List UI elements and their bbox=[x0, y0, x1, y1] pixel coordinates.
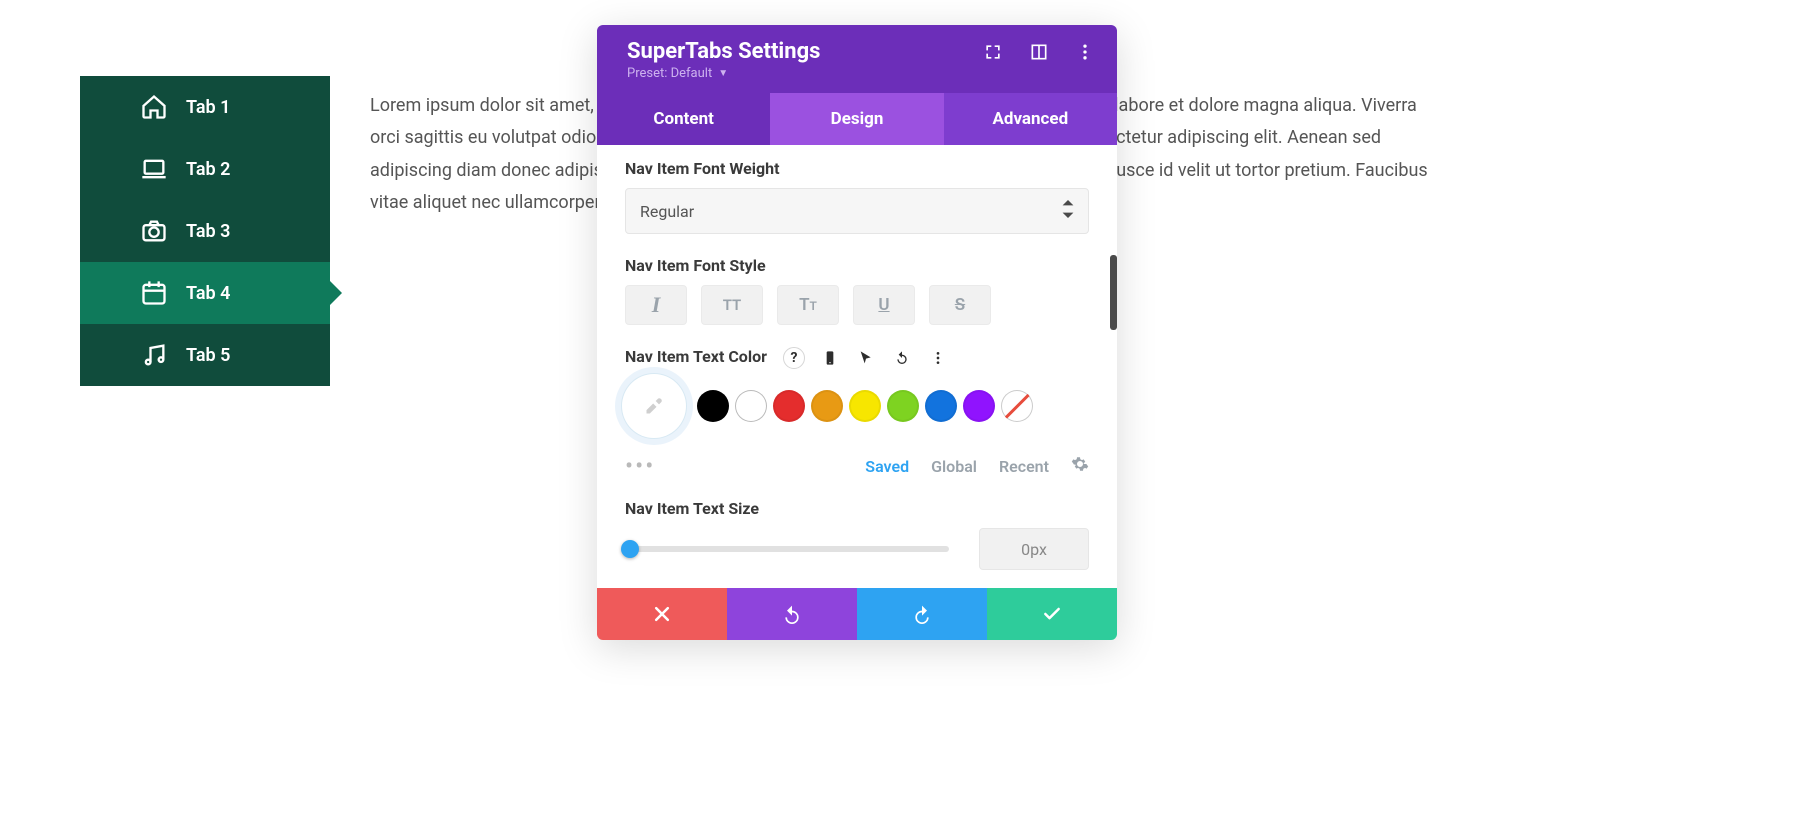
color-swatch-yellow[interactable] bbox=[849, 390, 881, 422]
tab-item-1[interactable]: Tab 1 bbox=[80, 76, 330, 138]
text-color-label: Nav Item Text Color bbox=[625, 347, 767, 366]
font-style-label: Nav Item Font Style bbox=[625, 256, 1089, 275]
field-font-weight: Nav Item Font Weight Regular bbox=[625, 159, 1089, 234]
style-uppercase-button[interactable]: TT bbox=[701, 285, 763, 325]
style-strike-button[interactable]: S bbox=[929, 285, 991, 325]
home-icon bbox=[140, 93, 168, 121]
undo-button[interactable] bbox=[727, 588, 857, 640]
palette-tab-saved[interactable]: Saved bbox=[865, 457, 909, 476]
tab-label: Tab 5 bbox=[186, 345, 230, 366]
color-swatch-purple[interactable] bbox=[963, 390, 995, 422]
phone-icon[interactable] bbox=[819, 347, 841, 369]
laptop-icon bbox=[140, 155, 168, 183]
panel-tab-content[interactable]: Content bbox=[597, 93, 770, 145]
layout-icon[interactable] bbox=[1029, 42, 1049, 62]
tab-label: Tab 1 bbox=[186, 97, 230, 118]
kebab-icon[interactable] bbox=[1075, 42, 1095, 62]
text-size-value[interactable]: 0px bbox=[979, 528, 1089, 570]
calendar-icon bbox=[140, 279, 168, 307]
tab-item-2[interactable]: Tab 2 bbox=[80, 138, 330, 200]
style-smallcaps-button[interactable]: TT bbox=[777, 285, 839, 325]
panel-tab-advanced[interactable]: Advanced bbox=[944, 93, 1117, 145]
style-italic-button[interactable]: I bbox=[625, 285, 687, 325]
font-weight-value: Regular bbox=[640, 202, 694, 221]
cursor-icon[interactable] bbox=[855, 347, 877, 369]
color-swatch-blue[interactable] bbox=[925, 390, 957, 422]
color-swatch-red[interactable] bbox=[773, 390, 805, 422]
tab-label: Tab 2 bbox=[186, 159, 230, 180]
redo-button[interactable] bbox=[857, 588, 987, 640]
reset-icon[interactable] bbox=[891, 347, 913, 369]
camera-icon bbox=[140, 217, 168, 245]
panel-actions bbox=[597, 588, 1117, 640]
field-text-color: Nav Item Text Color ? bbox=[625, 347, 1089, 477]
gear-icon[interactable] bbox=[1071, 455, 1089, 477]
music-icon bbox=[140, 341, 168, 369]
panel-title: SuperTabs Settings bbox=[627, 39, 820, 64]
confirm-button[interactable] bbox=[987, 588, 1117, 640]
panel-header: SuperTabs Settings Preset: Default ▼ bbox=[597, 25, 1117, 93]
chevron-updown-icon bbox=[1062, 200, 1074, 222]
help-icon[interactable]: ? bbox=[783, 347, 805, 369]
expand-icon[interactable] bbox=[983, 42, 1003, 62]
text-size-slider[interactable] bbox=[625, 546, 949, 552]
color-swatch-white[interactable] bbox=[735, 390, 767, 422]
font-weight-label: Nav Item Font Weight bbox=[625, 159, 1089, 178]
chevron-down-icon: ▼ bbox=[718, 68, 728, 79]
settings-panel: SuperTabs Settings Preset: Default ▼ Con… bbox=[597, 25, 1117, 640]
tab-label: Tab 4 bbox=[186, 283, 230, 304]
panel-body: Nav Item Font Weight Regular Nav Item Fo… bbox=[597, 145, 1117, 588]
tab-item-3[interactable]: Tab 3 bbox=[80, 200, 330, 262]
palette-tab-global[interactable]: Global bbox=[931, 457, 977, 476]
preset-label: Preset: Default bbox=[627, 66, 712, 81]
panel-tabs: Content Design Advanced bbox=[597, 93, 1117, 145]
palette-tab-recent[interactable]: Recent bbox=[999, 457, 1049, 476]
color-swatch-orange[interactable] bbox=[811, 390, 843, 422]
color-swatch-green[interactable] bbox=[887, 390, 919, 422]
color-swatch-none[interactable] bbox=[1001, 390, 1033, 422]
tabs-sidebar: Tab 1 Tab 2 Tab 3 Tab 4 Tab 5 bbox=[80, 76, 330, 386]
preset-selector[interactable]: Preset: Default ▼ bbox=[627, 66, 1095, 81]
panel-tab-design[interactable]: Design bbox=[770, 93, 943, 145]
slider-thumb[interactable] bbox=[621, 540, 639, 558]
color-swatch-black[interactable] bbox=[697, 390, 729, 422]
eyedropper-button[interactable] bbox=[625, 377, 683, 435]
field-font-style: Nav Item Font Style I TT TT U S bbox=[625, 256, 1089, 325]
scrollbar[interactable] bbox=[1110, 255, 1117, 330]
text-size-label: Nav Item Text Size bbox=[625, 499, 1089, 518]
tab-item-4[interactable]: Tab 4 bbox=[80, 262, 330, 324]
font-weight-select[interactable]: Regular bbox=[625, 188, 1089, 234]
kebab-icon[interactable] bbox=[927, 347, 949, 369]
style-underline-button[interactable]: U bbox=[853, 285, 915, 325]
cancel-button[interactable] bbox=[597, 588, 727, 640]
tab-label: Tab 3 bbox=[186, 221, 230, 242]
tab-item-5[interactable]: Tab 5 bbox=[80, 324, 330, 386]
field-text-size: Nav Item Text Size 0px bbox=[625, 499, 1089, 570]
